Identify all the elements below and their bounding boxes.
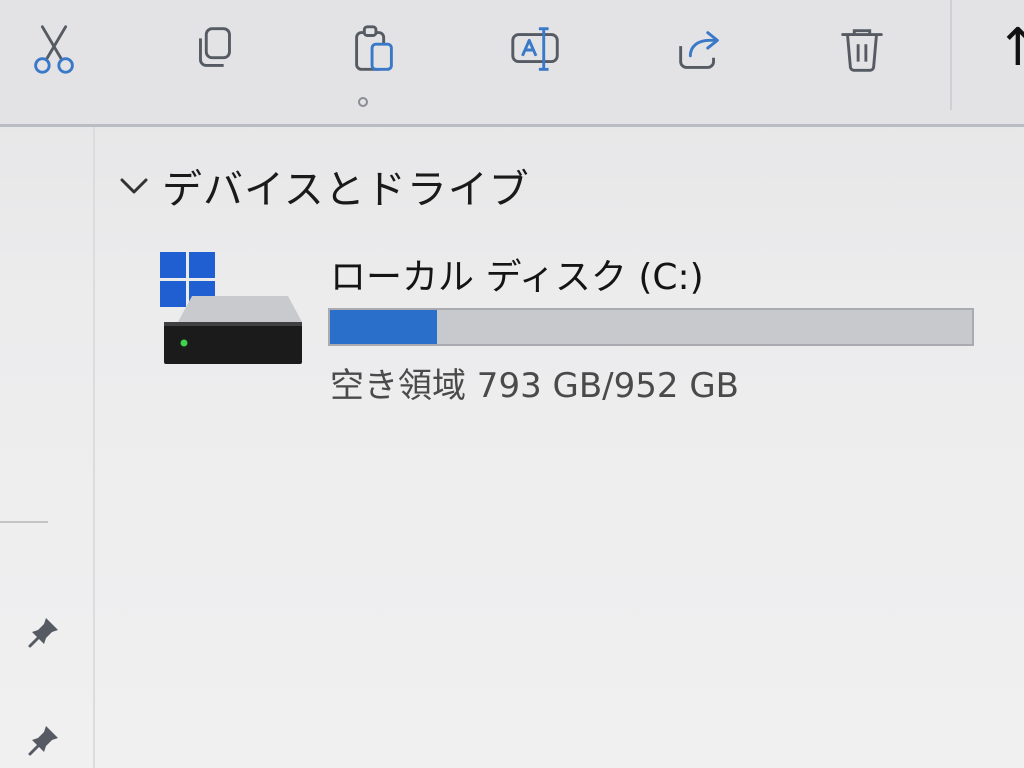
- cut-button[interactable]: [22, 18, 86, 82]
- pin-icon[interactable]: [24, 720, 64, 760]
- section-title: デバイスとドライブ: [162, 167, 530, 213]
- rename-icon: [511, 27, 559, 71]
- rename-button[interactable]: [504, 18, 568, 82]
- drive-name: ローカル ディスク (C:): [330, 257, 704, 298]
- clipboard-icon: [355, 25, 393, 71]
- drive-usage-fill: [330, 310, 438, 344]
- file-explorer-window: ↑ デバイスとドライブ ローカル ディスク (C:) 空き領域 793 GB/9…: [0, 0, 1024, 768]
- drive-usage-bar: [328, 308, 974, 346]
- pin-icon[interactable]: [24, 612, 64, 652]
- drive-free-space: 空き領域 793 GB/952 GB: [330, 366, 740, 406]
- dropdown-indicator-icon: [358, 97, 368, 107]
- nav-section-separator: [0, 521, 48, 523]
- share-button[interactable]: [668, 18, 732, 82]
- scissors-icon: [34, 25, 74, 74]
- drive-item-c[interactable]: ローカル ディスク (C:) 空き領域 793 GB/952 GB: [156, 246, 996, 406]
- devices-and-drives-header[interactable]: デバイスとドライブ: [114, 158, 530, 214]
- sort-button[interactable]: ↑: [996, 22, 1024, 74]
- toolbar-separator: [950, 0, 952, 110]
- copy-button[interactable]: [182, 18, 246, 82]
- share-icon: [679, 31, 719, 69]
- copy-icon: [199, 27, 231, 67]
- command-toolbar: ↑: [0, 0, 1024, 127]
- delete-button[interactable]: [830, 18, 894, 82]
- hard-drive-windows-icon: [160, 252, 302, 364]
- chevron-down-icon: [120, 178, 148, 194]
- trash-icon: [841, 29, 883, 72]
- nav-pane-divider[interactable]: [93, 127, 95, 768]
- paste-button[interactable]: [342, 18, 406, 82]
